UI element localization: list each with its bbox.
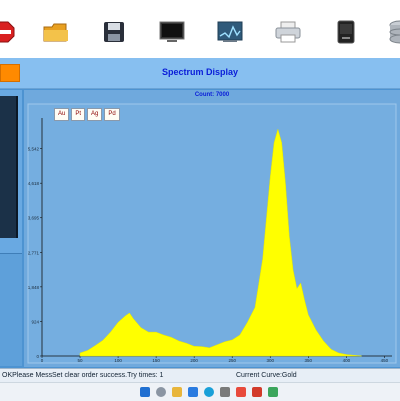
x-tick-label: 300 bbox=[267, 358, 275, 363]
device-icon[interactable] bbox=[332, 19, 360, 45]
element-buttons: Au Pt Ag Pd bbox=[54, 108, 120, 121]
element-button-ag[interactable]: Ag bbox=[87, 108, 103, 121]
x-tick-label: 350 bbox=[305, 358, 313, 363]
database-icon[interactable] bbox=[386, 19, 400, 45]
search-icon[interactable] bbox=[156, 387, 166, 397]
spectrum-plot: 5,5424,6183,6952,7711,84892400 50 100 150 20… bbox=[27, 103, 397, 364]
x-tick-label: 150 bbox=[152, 358, 160, 363]
left-panel bbox=[0, 90, 22, 258]
file-explorer-icon[interactable] bbox=[172, 387, 182, 397]
status-message: OKPlease Mess bbox=[2, 372, 53, 379]
x-tick-label: 250 bbox=[228, 358, 236, 363]
monitor-icon[interactable] bbox=[158, 19, 186, 45]
count-label: Count: 7000 bbox=[194, 92, 230, 98]
x-tick-label: 200 bbox=[190, 358, 198, 363]
element-button-pt[interactable]: Pt bbox=[71, 108, 86, 121]
spectrum-icon[interactable] bbox=[216, 19, 244, 45]
status-curve: Current Curve:Gold bbox=[236, 372, 297, 379]
status-bar: OKPlease Mess Set clear order success.Tr… bbox=[0, 368, 400, 383]
status-result: Set clear order success.Try times: 1 bbox=[52, 372, 164, 379]
spectrum-chart: 5,542 4,618 3,695 2,771 1,848 924 0 0 50 100 150 20… bbox=[24, 90, 400, 367]
y-tick-label: 1,848 bbox=[28, 285, 40, 290]
y-tick-label: 4,618 bbox=[28, 181, 40, 186]
y-tick-label: 924 bbox=[31, 319, 39, 324]
x-tick-label: 400 bbox=[343, 358, 351, 363]
plot-area bbox=[27, 103, 397, 364]
app-icon-2[interactable] bbox=[220, 387, 230, 397]
main-window: Spectrum Display 5,542 4,618 3,695 2,771 1,8… bbox=[0, 58, 400, 368]
stop-icon[interactable] bbox=[0, 19, 18, 45]
y-tick-label: 5,542 bbox=[28, 147, 40, 152]
folder-icon[interactable] bbox=[42, 19, 70, 45]
save-icon[interactable] bbox=[100, 19, 128, 45]
start-icon[interactable] bbox=[140, 387, 150, 397]
y-tick-label: 3,695 bbox=[28, 216, 40, 221]
printer-icon[interactable] bbox=[274, 19, 302, 45]
page-title: Spectrum Display bbox=[161, 67, 239, 77]
taskbar bbox=[0, 382, 400, 401]
left-strip bbox=[0, 253, 22, 366]
x-tick-label: 450 bbox=[381, 358, 389, 363]
title-bar: Spectrum Display bbox=[0, 58, 400, 89]
y-tick-label: 2,771 bbox=[28, 250, 40, 255]
left-preview bbox=[0, 96, 18, 238]
element-button-au[interactable]: Au bbox=[54, 108, 70, 121]
browser-icon[interactable] bbox=[204, 387, 214, 397]
x-tick-label: 100 bbox=[114, 358, 122, 363]
app-icon-5[interactable] bbox=[268, 387, 278, 397]
x-tick-label: 50 bbox=[78, 358, 84, 363]
element-button-pd[interactable]: Pd bbox=[104, 108, 120, 121]
app-icon-4[interactable] bbox=[252, 387, 262, 397]
app-icon-1[interactable] bbox=[188, 387, 198, 397]
toolbar bbox=[0, 0, 400, 59]
app-icon-3[interactable] bbox=[236, 387, 246, 397]
